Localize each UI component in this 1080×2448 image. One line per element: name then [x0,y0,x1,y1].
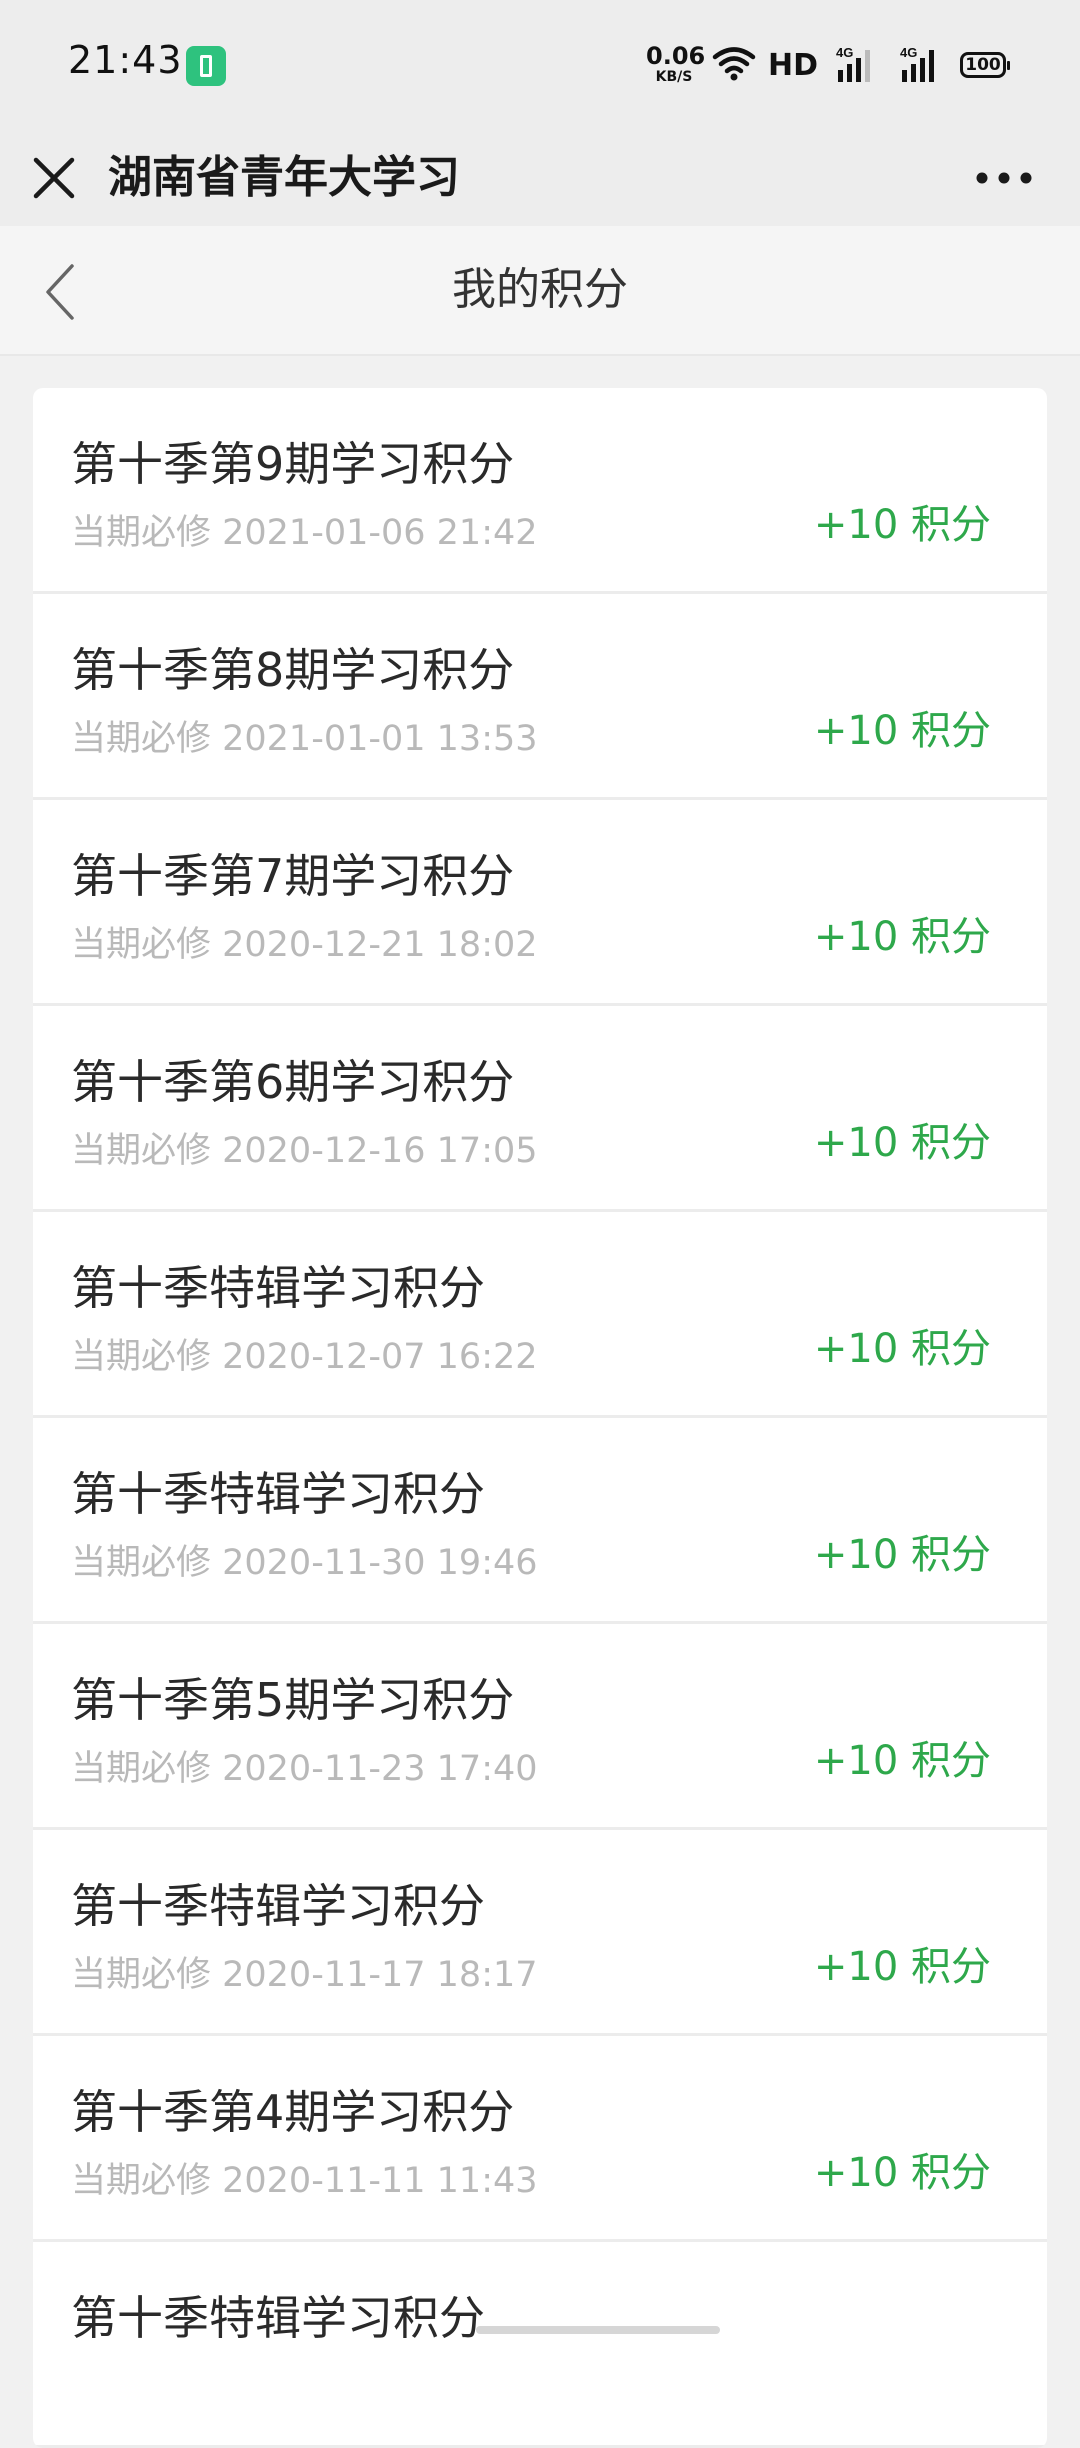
points-list-item[interactable]: 第十季第5期学习积分 当期必修 2020-11-23 17:40 +10 积分 [33,1624,1047,1830]
item-subtitle: 当期必修 2020-11-17 18:17 [71,1955,538,1995]
title-bar: 湖南省青年大学习 [0,130,1080,226]
item-subtitle: 当期必修 2020-12-21 18:02 [71,925,538,965]
item-subtitle: 当期必修 2020-11-23 17:40 [71,1749,538,1789]
points-list: 第十季第9期学习积分 当期必修 2021-01-06 21:42 +10 积分 … [33,388,1047,2448]
item-points: +10 积分 [813,1738,991,1784]
hd-voice-label: HD [768,48,819,83]
item-subtitle: 当期必修 2020-12-07 16:22 [71,1337,538,1377]
page-title: 我的积分 [452,264,628,315]
points-list-item[interactable]: 第十季特辑学习积分 当期必修 2020-11-17 18:17 +10 积分 [33,1830,1047,2036]
item-points: +10 积分 [813,2150,991,2196]
points-list-item[interactable]: 第十季第9期学习积分 当期必修 2021-01-06 21:42 +10 积分 [33,388,1047,594]
item-title: 第十季第5期学习积分 [71,1673,515,1727]
more-icon[interactable] [972,152,1036,204]
signal-icon: 4G [836,45,870,82]
status-bar: 21:43 0.06 KB/S HD 4G 4G 100 [0,0,1080,130]
item-points: +10 积分 [813,1326,991,1372]
item-points: +10 积分 [813,1944,991,1990]
status-time: 21:43 [68,38,183,82]
close-icon[interactable] [28,152,80,204]
item-title: 第十季特辑学习积分 [71,1467,485,1521]
svg-text:4G: 4G [900,45,917,60]
item-subtitle: 当期必修 2020-12-16 17:05 [71,1131,538,1171]
item-title: 第十季第8期学习积分 [71,643,515,697]
back-icon[interactable] [40,260,84,324]
item-points: +10 积分 [813,1532,991,1578]
points-list-item[interactable]: 第十季特辑学习积分 当期必修 2020-11-30 19:46 +10 积分 [33,1418,1047,1624]
network-speed-value: 0.06 [646,42,706,70]
app-title: 湖南省青年大学习 [108,152,460,203]
item-title: 第十季特辑学习积分 [71,2291,485,2345]
item-subtitle: 当期必修 2020-11-11 11:43 [71,2161,538,2201]
item-title: 第十季第9期学习积分 [71,437,515,491]
points-list-item[interactable]: 第十季第8期学习积分 当期必修 2021-01-01 13:53 +10 积分 [33,594,1047,800]
wifi-icon [712,47,756,81]
points-list-item[interactable]: 第十季第7期学习积分 当期必修 2020-12-21 18:02 +10 积分 [33,800,1047,1006]
network-speed-unit: KB/S [655,69,693,85]
points-list-item[interactable]: 第十季特辑学习积分 [33,2242,1047,2448]
item-title: 第十季第6期学习积分 [71,1055,515,1109]
item-points: +10 积分 [813,708,991,754]
signal-icon: 4G [900,45,934,82]
svg-text:4G: 4G [836,45,853,60]
battery-icon: 100 [960,52,1010,78]
item-title: 第十季特辑学习积分 [71,1879,485,1933]
battery-saver-icon [186,46,226,86]
points-list-item[interactable]: 第十季特辑学习积分 当期必修 2020-12-07 16:22 +10 积分 [33,1212,1047,1418]
points-list-item[interactable]: 第十季第4期学习积分 当期必修 2020-11-11 11:43 +10 积分 [33,2036,1047,2242]
item-points: +10 积分 [813,1120,991,1166]
network-speed: 0.06 KB/S [646,42,706,85]
item-points: +10 积分 [813,914,991,960]
item-subtitle: 当期必修 2021-01-06 21:42 [71,513,538,553]
points-list-item[interactable]: 第十季第6期学习积分 当期必修 2020-12-16 17:05 +10 积分 [33,1006,1047,1212]
item-title: 第十季特辑学习积分 [71,1261,485,1315]
item-subtitle: 当期必修 2021-01-01 13:53 [71,719,538,759]
item-title: 第十季第7期学习积分 [71,849,515,903]
page-header: 我的积分 [0,226,1080,356]
scroll-indicator [476,2326,720,2334]
item-points: +10 积分 [813,502,991,548]
item-subtitle: 当期必修 2020-11-30 19:46 [71,1543,538,1583]
item-title: 第十季第4期学习积分 [71,2085,515,2139]
